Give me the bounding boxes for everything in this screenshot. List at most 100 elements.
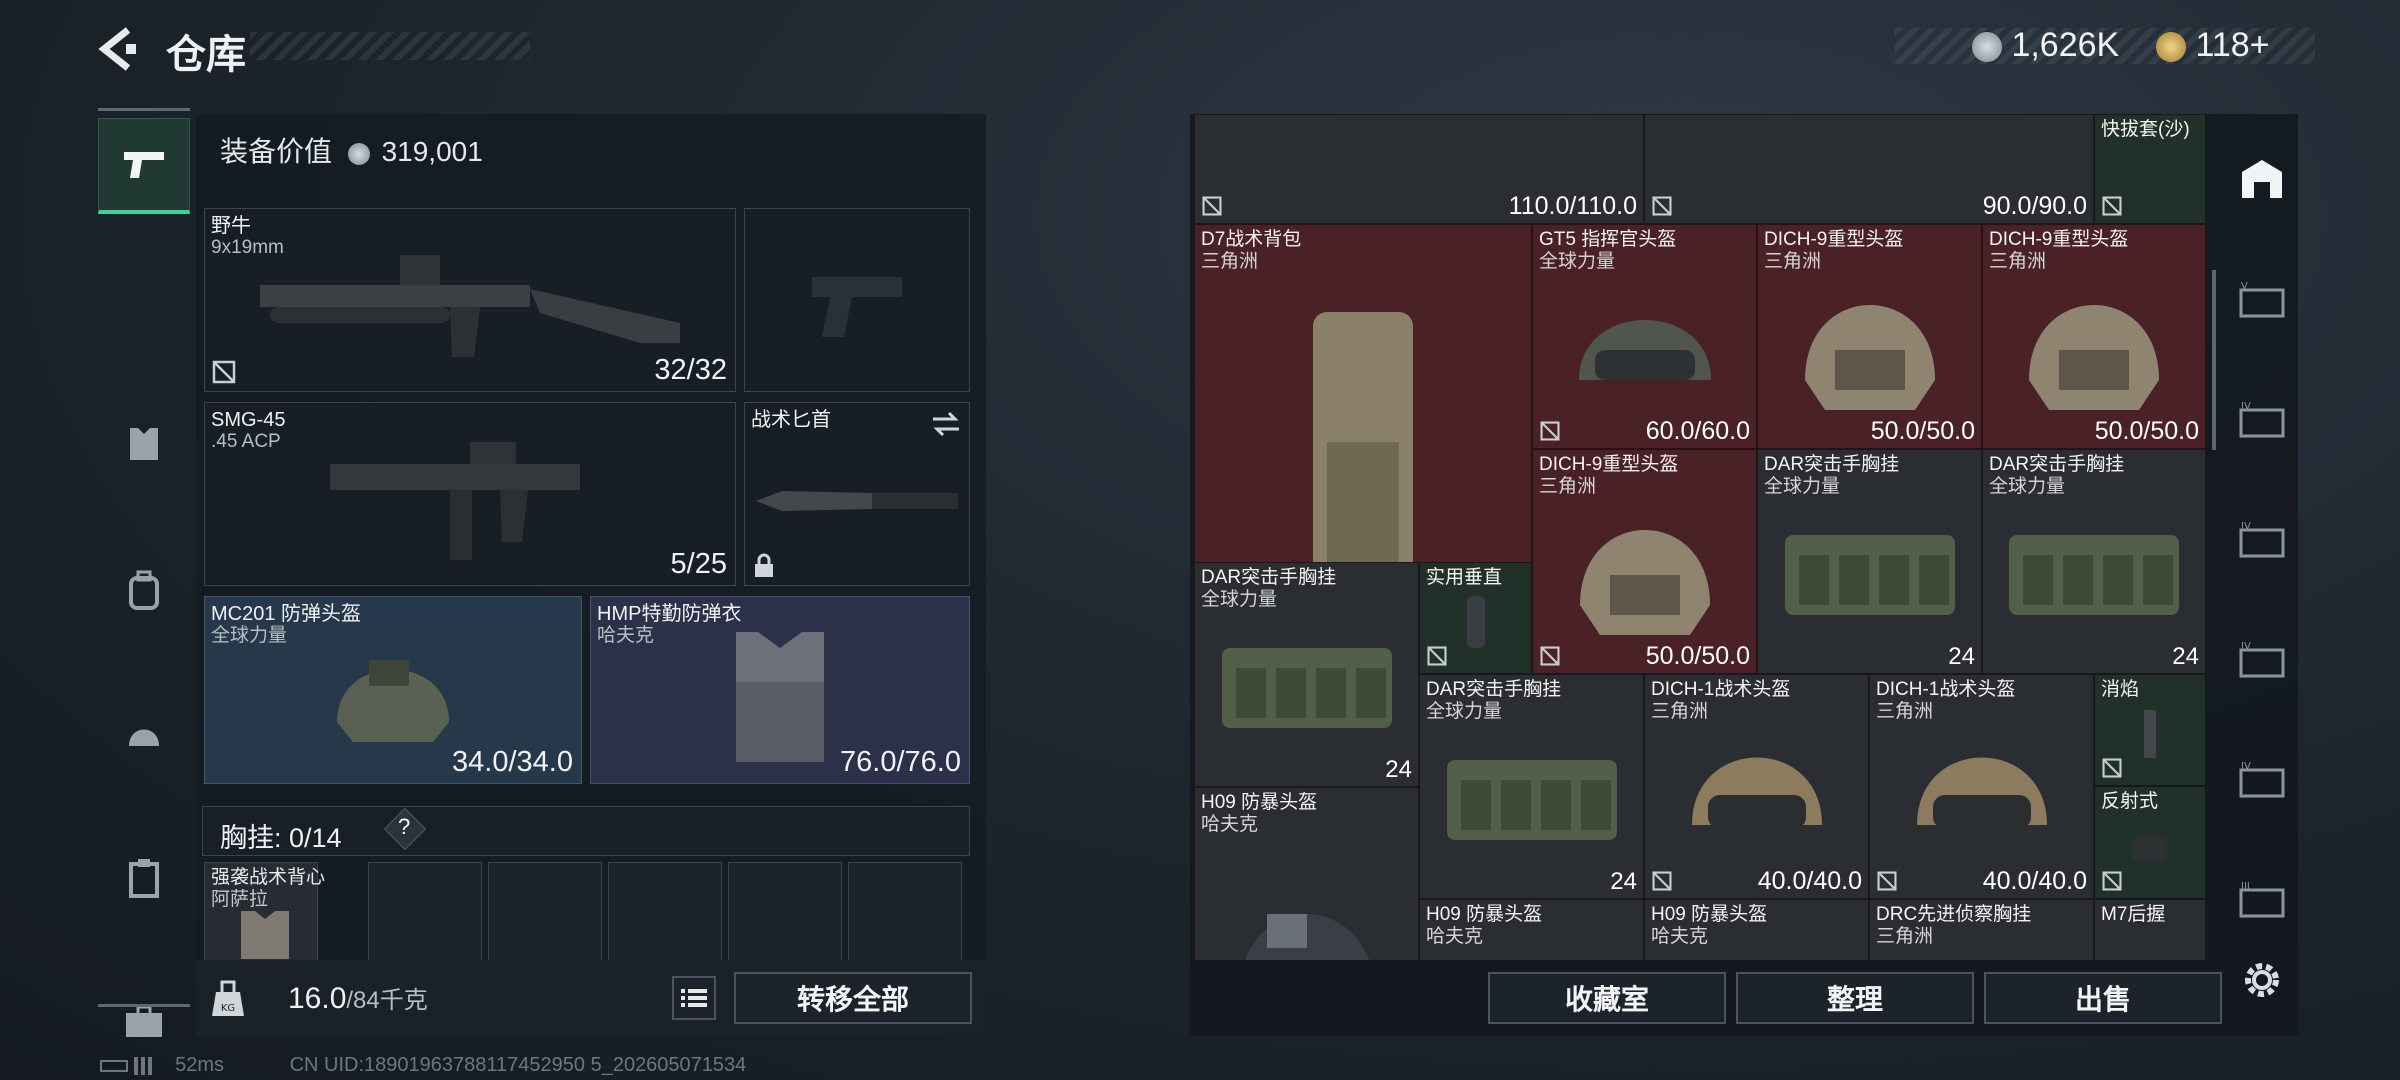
settings-button[interactable] [2232,950,2292,1010]
rail-divider-bottom [98,1004,190,1007]
toolbox-icon [126,1005,162,1037]
stash-page-4d-tab[interactable]: IV [2232,750,2292,810]
stash-page-icon: IV [2239,401,2285,438]
chest-rig-count: 0/14 [289,823,342,853]
helmet-slot[interactable]: MC201 防弹头盔 全球力量 34.0/34.0 [204,596,582,784]
stash-page-4b-tab[interactable]: IV [2232,510,2292,570]
helmet-image [1579,530,1710,636]
stash-page-3-tab[interactable]: III [2232,870,2292,930]
gold-currency[interactable]: 118+ [2156,26,2270,65]
item-name: 反射式 [2101,791,2159,812]
stash-item[interactable]: 实用垂直 [1419,562,1532,674]
stash-item[interactable]: H09 防暴头盔 哈夫克 [1194,787,1419,960]
sort-button[interactable]: 整理 [1736,972,1974,1024]
swap-icon[interactable] [931,411,961,437]
stash-item[interactable]: DICH-9重型头盔 三角洲 50.0/50.0 [1532,449,1757,674]
riot-helmet-image [1244,914,1369,960]
smg45-image [330,442,580,561]
stash-home-tab[interactable] [2232,150,2292,210]
item-durability: 60.0/60.0 [1645,417,1750,445]
stash-scrollbar[interactable] [2212,270,2216,450]
stash-item[interactable]: H09 防暴头盔 哈夫克 [1644,899,1869,960]
helmet-faction: 全球力量 [211,625,288,646]
stash-item[interactable]: H09 防暴头盔 哈夫克 [1419,899,1644,960]
unsecure-icon [2102,196,2122,216]
tab-case[interactable] [98,830,190,926]
chest-slot[interactable] [848,862,962,962]
helmet-image [1804,305,1935,411]
item-name: DAR突击手胸挂 [1764,454,1900,475]
case-icon [129,859,159,898]
chest-slot[interactable] [488,862,602,962]
chest-rig-image [1446,760,1617,841]
back-button[interactable] [96,24,140,74]
melee-slot[interactable]: 战术匕首 [744,402,970,586]
armor-slot[interactable]: HMP特勤防弹衣 哈夫克 76.0/76.0 [590,596,970,784]
backpack-name: 强袭战术背心 [211,867,326,888]
unsecure-icon [1540,646,1560,666]
item-faction: 全球力量 [1989,476,2066,497]
item-durability: 50.0/50.0 [1870,417,1975,445]
secondary-weapon-slot[interactable]: SMG-45 .45 ACP 5/25 [204,402,736,586]
stash-item[interactable]: 90.0/90.0 [1644,114,2094,224]
stash-item[interactable]: DICH-1战术头盔 三角洲 40.0/40.0 [1644,674,1869,899]
item-name: DAR突击手胸挂 [1426,679,1562,700]
chest-slot[interactable] [608,862,722,962]
chest-slot[interactable] [368,862,482,962]
svg-text:III: III [2241,881,2250,892]
add-gold-button[interactable]: + [2250,26,2270,64]
status-bar: 52ms CN UID:18901963788117452950 5_20260… [100,1054,746,1077]
stash-page-4-tab[interactable]: IV [2232,390,2292,450]
stash-item[interactable]: DAR突击手胸挂 全球力量 24 [1194,562,1419,787]
stash-page-4c-tab[interactable]: IV [2232,630,2292,690]
item-name: DICH-9重型头盔 [1764,229,1904,250]
unsecure-icon [1202,196,1222,216]
category-rail [98,108,190,1037]
tab-weapons[interactable] [98,118,190,214]
stash-item[interactable]: 消焰 [2094,674,2206,786]
backpack-icon [129,570,159,610]
stash-item[interactable]: 反射式 [2094,786,2206,899]
stash-page-5-tab[interactable]: V [2232,270,2292,330]
stash-item[interactable]: 110.0/110.0 [1194,114,1644,224]
item-faction: 全球力量 [1201,589,1278,610]
sell-button[interactable]: 出售 [1984,972,2222,1024]
stash-item[interactable]: 快拔套(沙) [2094,114,2206,224]
tab-backpack[interactable] [98,542,190,638]
stash-page-icon: IV [2239,521,2285,558]
stash-item[interactable]: DAR突击手胸挂 全球力量 24 [1757,449,1982,674]
unsecure-icon [2102,758,2122,778]
item-faction: 三角洲 [1201,251,1259,272]
item-faction: 全球力量 [1764,476,1841,497]
stash-item[interactable]: DRC先进侦察胸挂 三角洲 [1869,899,2094,960]
chest-slot[interactable] [728,862,842,962]
vest-image [736,632,824,763]
tab-armor-vest[interactable] [98,396,190,492]
item-durability: 40.0/40.0 [1982,867,2087,895]
tab-helmet[interactable] [98,686,190,782]
stash-item[interactable]: DAR突击手胸挂 全球力量 24 [1419,674,1644,899]
silver-amount: 1,626K [2011,26,2120,64]
pistol-slot-empty[interactable] [744,208,970,392]
collection-room-button[interactable]: 收藏室 [1488,972,1726,1024]
item-name: GT5 指挥官头盔 [1539,229,1677,250]
item-capacity: 24 [1948,643,1975,670]
stash-page-icon: V [2239,281,2285,318]
weight-icon: KG [212,980,244,1016]
list-view-button[interactable] [672,976,716,1020]
backpack-slot[interactable]: 强袭战术背心 阿萨拉 [204,862,325,962]
helmet-image [1691,757,1822,830]
transfer-all-button[interactable]: 转移全部 [734,972,972,1024]
primary-weapon-slot[interactable]: 野牛 9x19mm 32/32 [204,208,736,392]
item-name: DICH-9重型头盔 [1989,229,2129,250]
item-faction: 三角洲 [1651,701,1709,722]
stash-item[interactable]: DAR突击手胸挂 全球力量 24 [1982,449,2206,674]
stash-item[interactable]: M7后握 [2094,899,2206,960]
item-name: DAR突击手胸挂 [1989,454,2125,475]
item-durability: 110.0/110.0 [1508,192,1637,220]
stash-item[interactable]: DICH-9重型头盔 三角洲 50.0/50.0 [1757,224,1982,449]
unsecure-icon [1540,421,1560,441]
stash-item[interactable]: DICH-9重型头盔 三角洲 50.0/50.0 [1982,224,2206,449]
stash-item[interactable]: GT5 指挥官头盔 全球力量 60.0/60.0 [1532,224,1757,449]
stash-item[interactable]: DICH-1战术头盔 三角洲 40.0/40.0 [1869,674,2094,899]
